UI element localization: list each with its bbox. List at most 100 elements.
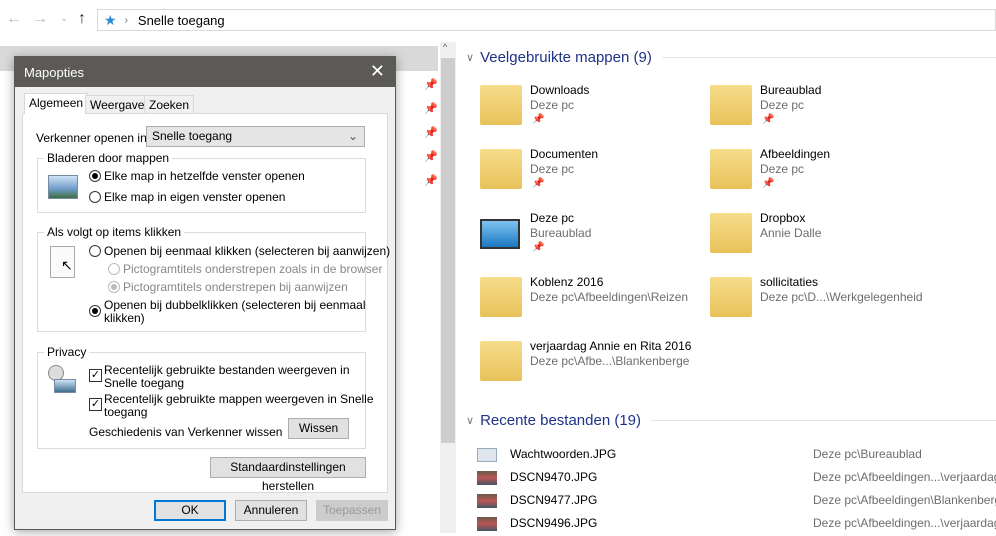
- scrollbar-thumb[interactable]: [441, 58, 455, 443]
- folder-name: Documenten: [530, 147, 599, 161]
- folder-tile[interactable]: Deze pc Bureaublad 📌: [480, 211, 710, 271]
- radio-own-window[interactable]: [89, 191, 101, 203]
- group-browse-folders: Bladeren door mappen Elke map in hetzelf…: [37, 151, 366, 213]
- folder-tile[interactable]: verjaardag Annie en Rita 2016 Deze pc\Af…: [480, 339, 710, 399]
- chevron-down-icon: ⌄: [347, 129, 358, 143]
- pin-icon: 📌: [532, 242, 545, 253]
- folder-icon: [480, 149, 522, 189]
- file-path: Deze pc\Afbeeldingen...\verjaardag: [813, 516, 996, 530]
- restore-defaults-button[interactable]: Standaardinstellingen herstellen: [210, 457, 366, 493]
- section-title: Veelgebruikte mappen (9): [480, 49, 652, 66]
- checkbox-label[interactable]: toegang: [104, 405, 147, 419]
- section-title: Recente bestanden (19): [480, 412, 642, 429]
- folder-icon: [710, 149, 752, 189]
- pin-icon: 📌: [424, 79, 438, 91]
- folder-tile[interactable]: Koblenz 2016 Deze pc\Afbeeldingen\Reizen: [480, 275, 710, 335]
- group-privacy: Privacy ✓ Recentelijk gebruikte bestande…: [37, 345, 374, 449]
- group-title: Privacy: [44, 345, 90, 359]
- pin-icon: 📌: [532, 114, 545, 125]
- file-name: DSCN9477.JPG: [510, 493, 598, 507]
- recent-file-row[interactable]: DSCN9470.JPG Deze pc\Afbeeldingen...\ver…: [477, 468, 996, 490]
- folder-tile[interactable]: Afbeeldingen Deze pc 📌: [710, 147, 940, 207]
- section-frequent-folders[interactable]: ∨ Veelgebruikte mappen (9): [466, 49, 996, 66]
- back-button[interactable]: ←: [6, 10, 22, 28]
- chevron-down-icon: ∨: [466, 415, 475, 427]
- click-cursor-icon: ↖: [50, 246, 75, 278]
- open-in-label: Verkenner openen in:: [36, 131, 151, 145]
- radio-label[interactable]: Openen bij eenmaal klikken (selecteren b…: [104, 244, 390, 258]
- chevron-right-icon: ›: [124, 14, 128, 26]
- chevron-down-icon: ∨: [466, 52, 475, 64]
- radio-label[interactable]: Pictogramtitels onderstrepen bij aanwijz…: [123, 280, 348, 294]
- folder-tile[interactable]: Downloads Deze pc 📌: [480, 83, 710, 143]
- cancel-button[interactable]: Annuleren: [235, 500, 307, 521]
- folder-location: Deze pc: [530, 98, 575, 112]
- apply-button[interactable]: Toepassen: [316, 500, 388, 521]
- checkbox-label[interactable]: Recentelijk gebruikte bestanden weergeve…: [104, 363, 350, 377]
- file-path: Deze pc\Afbeeldingen\Blankenberg: [813, 493, 996, 507]
- recent-locations-button[interactable]: ⌄: [60, 13, 68, 24]
- dialog-titlebar: Mapopties: [15, 57, 395, 87]
- forward-button[interactable]: →: [32, 10, 48, 28]
- file-name: Wachtwoorden.JPG: [510, 447, 617, 461]
- tab-general[interactable]: Algemeen: [24, 93, 89, 114]
- checkbox-recent-folders[interactable]: ✓: [89, 398, 102, 411]
- radio-label[interactable]: Pictogramtitels onderstrepen zoals in de…: [123, 262, 382, 276]
- folder-name: Koblenz 2016: [530, 275, 604, 289]
- checkbox-recent-files[interactable]: ✓: [89, 369, 102, 382]
- clear-history-label: Geschiedenis van Verkenner wissen: [89, 425, 283, 439]
- folder-name: Dropbox: [760, 211, 806, 225]
- folder-tile[interactable]: Dropbox Annie Dalle: [710, 211, 940, 271]
- breadcrumb[interactable]: Snelle toegang: [138, 13, 225, 28]
- checkbox-label[interactable]: Snelle toegang: [104, 376, 184, 390]
- folder-tile[interactable]: sollicitaties Deze pc\D...\Werkgelegenhe…: [710, 275, 940, 335]
- radio-label[interactable]: Elke map in eigen venster openen: [104, 190, 285, 204]
- close-icon[interactable]: ✕: [370, 61, 385, 82]
- ok-button[interactable]: OK: [154, 500, 226, 521]
- open-in-value: Snelle toegang: [152, 129, 233, 143]
- radio-double-click[interactable]: [89, 305, 101, 317]
- privacy-clock-icon: [48, 365, 78, 395]
- image-thumbnail-icon: [477, 494, 497, 508]
- radio-label[interactable]: Elke map in hetzelfde venster openen: [104, 169, 305, 183]
- section-recent-files[interactable]: ∨ Recente bestanden (19): [466, 412, 996, 429]
- pin-icon: 📌: [424, 103, 438, 115]
- radio-label[interactable]: klikken): [104, 311, 145, 325]
- radio-same-window[interactable]: [89, 170, 101, 182]
- folder-location: Deze pc\Afbeeldingen\Reizen: [530, 290, 689, 304]
- folder-name: Afbeeldingen: [760, 147, 831, 161]
- clear-history-button[interactable]: Wissen: [288, 418, 349, 439]
- dialog-title: Mapopties: [24, 65, 84, 80]
- recent-file-row[interactable]: DSCN9477.JPG Deze pc\Afbeeldingen\Blanke…: [477, 491, 996, 513]
- computer-icon: [480, 219, 520, 249]
- radio-single-click[interactable]: [89, 245, 101, 257]
- folder-icon: [480, 85, 522, 125]
- address-bar[interactable]: ★ › Snelle toegang: [97, 9, 996, 31]
- pin-icon: 📌: [424, 127, 438, 139]
- folder-tile[interactable]: Documenten Deze pc 📌: [480, 147, 710, 207]
- radio-underline-hover[interactable]: [108, 281, 120, 293]
- folder-options-dialog: Mapopties ✕ Algemeen Weergave Zoeken Ver…: [14, 56, 396, 530]
- file-name: DSCN9470.JPG: [510, 470, 598, 484]
- folder-location: Annie Dalle: [760, 226, 822, 240]
- tab-search[interactable]: Zoeken: [144, 95, 195, 114]
- checkbox-label[interactable]: Recentelijk gebruikte mappen weergeven i…: [104, 392, 374, 406]
- folder-icon: [710, 213, 752, 253]
- up-button[interactable]: ↑: [78, 10, 86, 28]
- pin-icon: 📌: [762, 178, 775, 189]
- image-thumbnail-icon: [477, 471, 497, 485]
- tab-view[interactable]: Weergave: [85, 95, 150, 114]
- scroll-up-icon[interactable]: ^: [443, 42, 447, 52]
- image-thumbnail-icon: [477, 448, 497, 462]
- pin-icon: 📌: [424, 151, 438, 163]
- open-in-select[interactable]: Snelle toegang ⌄: [146, 126, 365, 147]
- browse-folders-icon: [48, 175, 78, 199]
- folder-tile[interactable]: Bureaublad Deze pc 📌: [710, 83, 940, 143]
- group-title: Als volgt op items klikken: [44, 225, 185, 239]
- image-thumbnail-icon: [477, 517, 497, 531]
- radio-underline-browser[interactable]: [108, 263, 120, 275]
- recent-file-row[interactable]: Wachtwoorden.JPG Deze pc\Bureaublad: [477, 445, 996, 467]
- folder-icon: [480, 341, 522, 381]
- folder-location: Deze pc: [530, 162, 575, 176]
- radio-label[interactable]: Openen bij dubbelklikken (selecteren bij…: [104, 298, 366, 312]
